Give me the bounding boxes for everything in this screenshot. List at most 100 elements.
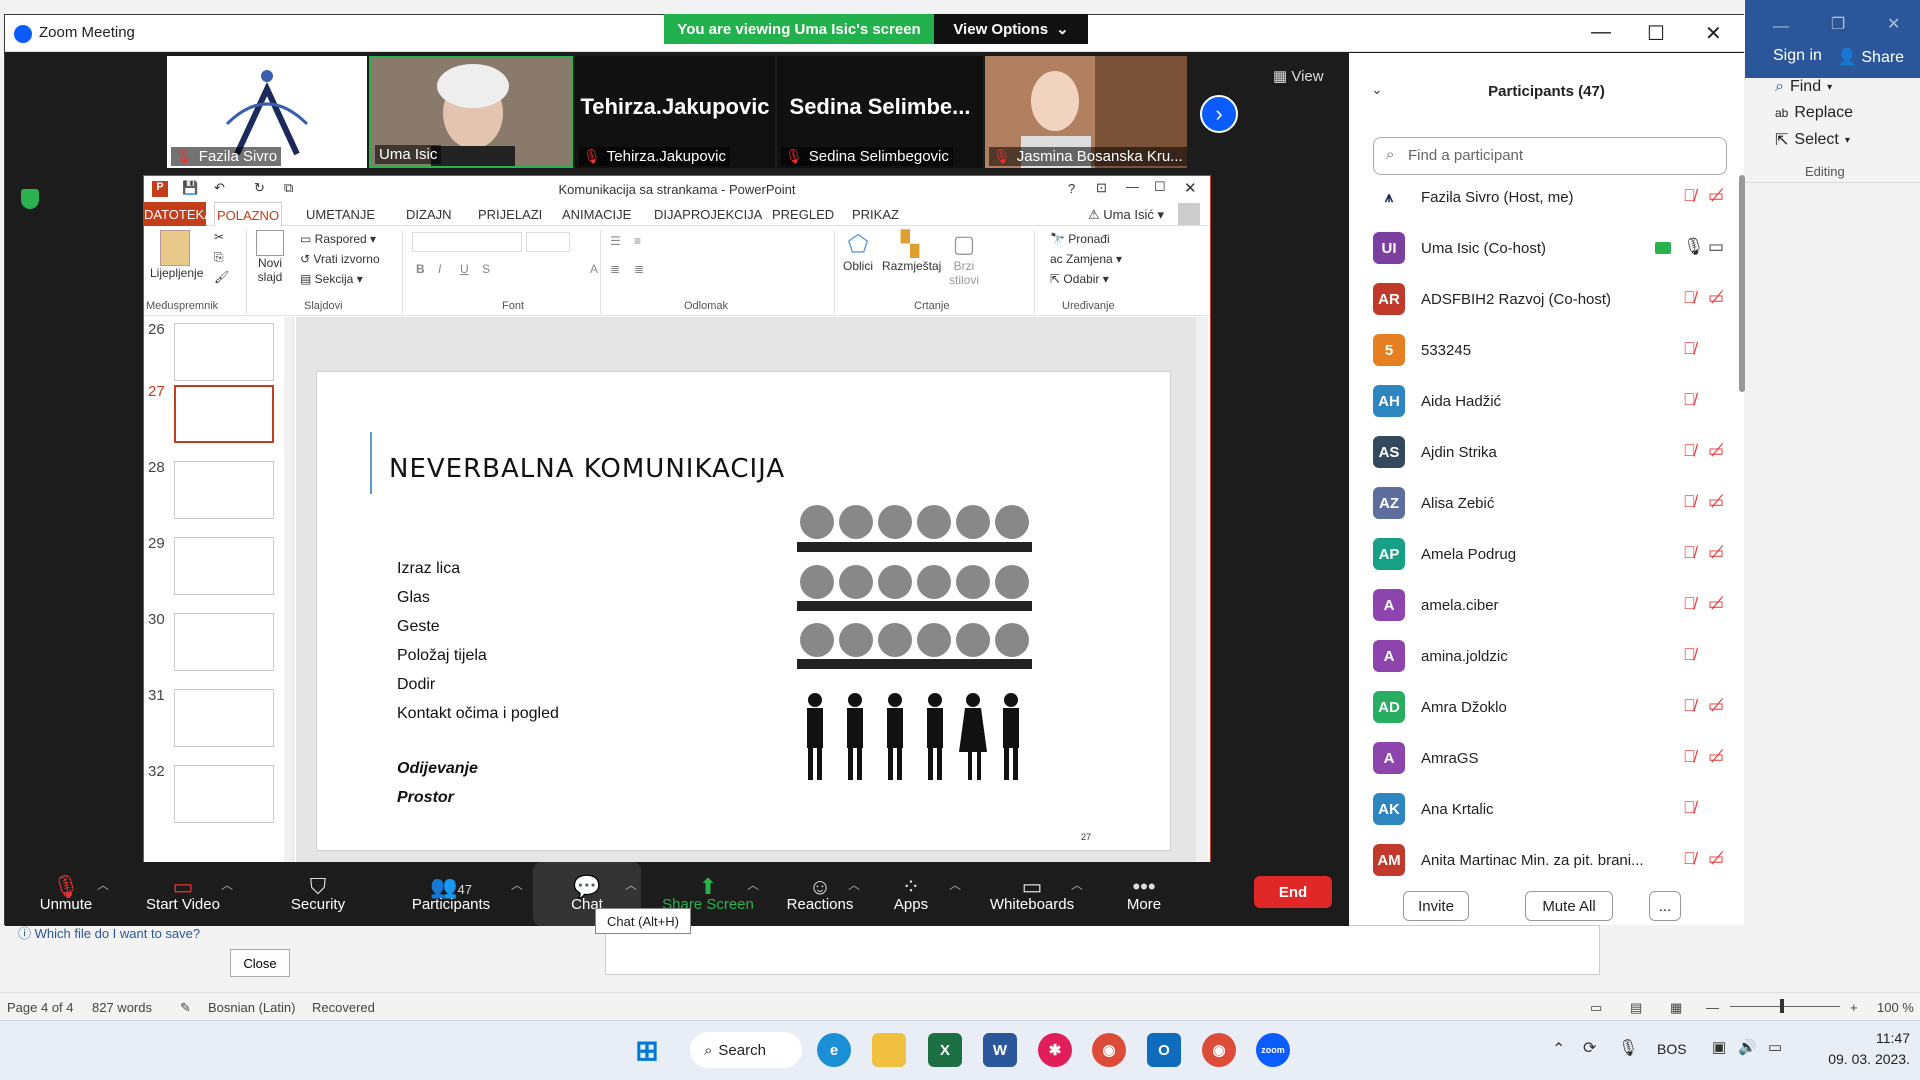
slide-thumbnail[interactable] — [174, 461, 274, 519]
microphone-muted-icon[interactable]: 🎙̸ — [1683, 696, 1696, 716]
chevron-up-icon[interactable]: ︿ — [221, 876, 233, 893]
slack-icon[interactable]: ✱ — [1038, 1033, 1072, 1067]
tab-datoteka[interactable]: DATOTEKA — [144, 202, 213, 226]
microphone-muted-icon[interactable]: 🎙̸ — [1683, 390, 1696, 410]
chevron-up-icon[interactable]: ︿ — [97, 876, 109, 893]
invite-button[interactable]: Invite — [1403, 891, 1469, 921]
microphone-muted-icon[interactable]: 🎙̸ — [1683, 594, 1696, 614]
proofing-icon[interactable]: ✎ — [180, 1000, 191, 1016]
video-off-icon[interactable]: ▭̸ — [1708, 696, 1724, 716]
shadow-icon[interactable]: S — [482, 262, 490, 276]
font-name-dropdown[interactable] — [412, 232, 522, 252]
maximize-icon[interactable]: ☐ — [1647, 21, 1665, 46]
participant-row[interactable]: Aamela.ciber 🎙̸ ▭̸ — [1373, 585, 1733, 629]
numbering-icon[interactable]: ≡ — [634, 234, 641, 248]
more-button[interactable]: ••• More — [1099, 862, 1189, 926]
microphone-muted-icon[interactable]: 🎙̸ — [1683, 441, 1696, 461]
apps-button[interactable]: ⁘ Apps — [873, 862, 949, 926]
sync-icon[interactable]: ⟳ — [1583, 1038, 1596, 1058]
align-left-icon[interactable]: ≣ — [610, 262, 620, 276]
word-icon[interactable]: W — [983, 1033, 1017, 1067]
participant-row[interactable]: AK Ana Krtalic 🎙̸ — [1373, 789, 1733, 833]
unmute-button[interactable]: 🎙 Unmute — [21, 862, 111, 926]
battery-icon[interactable]: ▭ — [1768, 1038, 1782, 1056]
taskbar-search[interactable]: ⌕ Search — [690, 1032, 802, 1068]
video-off-icon[interactable]: ▭̸ — [1708, 747, 1724, 767]
layout-button[interactable]: ▭ Raspored ▾ — [300, 232, 376, 246]
maximize-icon[interactable]: ☐ — [1154, 179, 1166, 195]
select-button[interactable]: ⇱ Odabir ▾ — [1050, 272, 1109, 286]
word-find-button[interactable]: ⌕ Find ▾ — [1775, 78, 1832, 96]
view-options-button[interactable]: View Options ⌄ — [934, 14, 1088, 44]
new-slide-button[interactable]: Novi slajd — [252, 230, 288, 284]
close-icon[interactable]: ✕ — [1705, 21, 1722, 46]
zoom-app-icon[interactable]: zoom — [1256, 1033, 1290, 1067]
participant-row[interactable]: A AmraGS 🎙̸ ▭̸ — [1373, 738, 1733, 782]
edge-icon[interactable]: e — [817, 1033, 851, 1067]
underline-icon[interactable]: U — [460, 262, 469, 276]
tab-prikaz[interactable]: PRIKAZ — [852, 207, 899, 222]
participants-scrollbar[interactable] — [1739, 175, 1745, 392]
tab-dizajn[interactable]: DIZAJN — [406, 207, 452, 222]
security-button[interactable]: ⛉ Security — [273, 862, 363, 926]
windows-start-icon[interactable]: ⊞ — [630, 1033, 664, 1067]
participants-button[interactable]: 👥47 Participants — [401, 862, 501, 926]
volume-icon[interactable]: 🔊 — [1738, 1038, 1757, 1056]
start-video-button[interactable]: ▭ Start Video — [133, 862, 233, 926]
participant-row[interactable]: AP Amela Podrug 🎙̸ ▭̸ — [1373, 534, 1733, 578]
format-painter-icon[interactable]: 🖌 — [214, 270, 229, 284]
video-off-icon[interactable]: ▭̸ — [1708, 594, 1724, 614]
shapes-button[interactable]: ⬠ Oblici — [840, 230, 876, 273]
zoom-slider-thumb[interactable] — [1780, 999, 1784, 1013]
bold-icon[interactable]: B — [416, 262, 425, 276]
reactions-button[interactable]: ☺ Reactions — [775, 862, 865, 926]
close-button[interactable]: Close — [230, 949, 290, 977]
slide-scrollbar[interactable] — [1196, 317, 1208, 874]
read-mode-icon[interactable]: ▭ — [1590, 1000, 1602, 1016]
zoom-in-icon[interactable]: + — [1850, 1000, 1858, 1015]
slide-thumbnail[interactable] — [174, 323, 274, 381]
slide-thumbnail[interactable] — [174, 765, 274, 823]
replace-button[interactable]: ac Zamjena ▾ — [1050, 252, 1122, 266]
avatar[interactable] — [1178, 203, 1200, 225]
paste-button[interactable]: Lijepljenje — [150, 230, 203, 280]
microphone-muted-icon[interactable]: 🎙̸ — [1683, 747, 1696, 767]
microphone-muted-icon[interactable]: 🎙̸ — [1683, 543, 1696, 563]
video-tile-sedina[interactable]: Sedina Selimbe... 🎙 Sedina Selimbegovic — [777, 56, 983, 168]
excel-icon[interactable]: X — [928, 1033, 962, 1067]
zoom-slider[interactable] — [1730, 1006, 1840, 1007]
slide-thumbnail[interactable] — [174, 613, 274, 671]
reset-button[interactable]: ↺ Vrati izvorno — [300, 252, 380, 266]
mute-all-button[interactable]: Mute All — [1525, 891, 1613, 921]
tab-umetanje[interactable]: UMETANJE — [306, 207, 375, 222]
microphone-icon[interactable]: 🎙 — [1683, 237, 1705, 257]
video-tile-fazila[interactable]: 🎙 Fazila Sivro — [167, 56, 367, 168]
video-off-icon[interactable]: ▭̸ — [1708, 288, 1724, 308]
minimize-icon[interactable]: — — [1591, 21, 1611, 44]
participant-row[interactable]: UI Uma Isic (Co-host) 🎙 ▭ — [1373, 228, 1733, 272]
video-tile-jasmina[interactable]: 🎙 Jasmina Bosanska Kru... — [985, 56, 1187, 168]
microphone-muted-icon[interactable]: 🎙̸ — [1683, 849, 1696, 869]
participant-row[interactable]: AZ Alisa Zebić 🎙̸ ▭̸ — [1373, 483, 1733, 527]
clock-date[interactable]: 09. 03. 2023. — [1822, 1051, 1910, 1067]
chevron-up-icon[interactable]: ︿ — [848, 876, 860, 893]
next-page-arrow-icon[interactable]: › — [1200, 95, 1238, 133]
share-button[interactable]: 👤 Share — [1837, 47, 1904, 67]
web-layout-icon[interactable]: ▦ — [1670, 1000, 1682, 1016]
participant-row[interactable]: AM Anita Martinac Min. za pit. brani... 🎙̸… — [1373, 840, 1733, 884]
tab-dijaprojekcija[interactable]: DIJAPROJEKCIJA — [654, 207, 762, 222]
participant-row[interactable]: 5 533245 🎙̸ — [1373, 330, 1733, 374]
tray-chevron-icon[interactable]: ⌃ — [1552, 1039, 1565, 1059]
find-participant-input[interactable]: ⌕ Find a participant — [1373, 137, 1727, 175]
participant-row[interactable]: AS Ajdin Strika 🎙̸ ▭̸ — [1373, 432, 1733, 476]
file-explorer-icon[interactable] — [872, 1033, 906, 1067]
microphone-muted-icon[interactable]: 🎙̸ — [1683, 339, 1696, 359]
tab-pregled[interactable]: PREGLED — [772, 207, 834, 222]
whiteboards-button[interactable]: ▭ Whiteboards — [977, 862, 1087, 926]
video-off-icon[interactable]: ▭̸ — [1708, 543, 1724, 563]
quick-styles-button[interactable]: ▢ Brzi stilovi — [944, 230, 984, 287]
microphone-muted-icon[interactable]: 🎙̸ — [1683, 492, 1696, 512]
microphone-muted-icon[interactable]: 🎙̸ — [1683, 645, 1696, 665]
participant-row[interactable]: ⩚ Fazila Sivro (Host, me) 🎙̸ ▭̸ — [1373, 177, 1733, 221]
sign-in-link[interactable]: Sign in — [1773, 47, 1822, 65]
